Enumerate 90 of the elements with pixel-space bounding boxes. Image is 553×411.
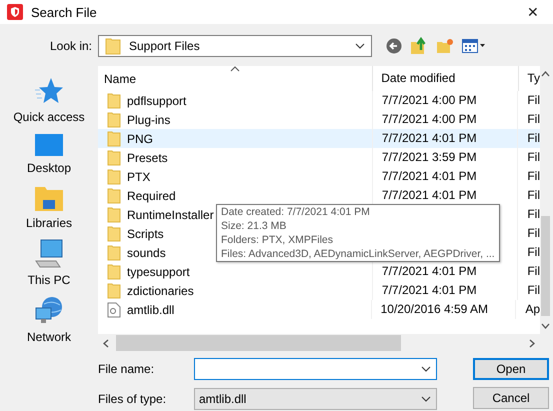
places-item[interactable]: Desktop	[26, 133, 72, 175]
file-name: zdictionaries	[127, 284, 194, 298]
star-icon	[34, 76, 64, 106]
tooltip-line: Files: Advanced3D, AEDynamicLinkServer, AEGPDriver, ...	[221, 247, 495, 261]
up-folder-icon[interactable]	[410, 37, 428, 55]
computer-icon	[34, 239, 64, 269]
file-name-label: File name:	[98, 362, 156, 376]
column-header[interactable]: Date modified	[372, 66, 518, 91]
file-name-field[interactable]	[194, 358, 437, 380]
file-name: PNG	[127, 132, 154, 146]
folder-icon	[105, 37, 121, 55]
places-item[interactable]: Network	[26, 296, 71, 344]
tooltip-line: Size: 21.3 MB	[221, 219, 288, 233]
file-name: pdflsupport	[127, 94, 186, 108]
file-type-dropdown[interactable]: amtlib.dll	[194, 388, 437, 410]
file-name: PTX	[127, 170, 150, 184]
view-menu-icon[interactable]	[462, 39, 486, 53]
date-cell: 10/20/2016 4:59 AM	[380, 302, 488, 316]
dropdown-chevron-icon[interactable]	[421, 366, 431, 372]
file-type-label: Files of type:	[98, 392, 168, 406]
date-cell: 7/7/2021 3:59 PM	[382, 150, 477, 164]
file-row[interactable]: PTX 7/7/2021 4:01 PM Fil	[98, 167, 540, 186]
file-name: Required	[127, 188, 176, 202]
file-name: sounds	[127, 246, 166, 260]
close-button[interactable]: ✕	[513, 0, 553, 24]
file-row[interactable]: amtlib.dll 10/20/2016 4:59 AM Ap	[98, 300, 540, 319]
date-cell: 7/7/2021 4:01 PM	[382, 188, 477, 202]
scroll-right-icon[interactable]	[528, 338, 536, 348]
type-cell: Fil	[527, 283, 540, 297]
scroll-up-icon[interactable]	[540, 70, 551, 78]
tooltip-line: Date created: 7/7/2021 4:01 PM	[221, 205, 371, 219]
date-cell: 7/7/2021 4:01 PM	[382, 283, 477, 297]
date-cell: 7/7/2021 4:01 PM	[382, 169, 477, 183]
date-cell: 7/7/2021 4:01 PM	[382, 264, 477, 278]
type-cell: Fil	[527, 188, 540, 202]
file-icon	[107, 302, 121, 318]
column-header[interactable]: Name	[98, 72, 372, 86]
folder-icon	[107, 130, 121, 146]
type-cell: Fil	[527, 150, 540, 164]
sort-caret-icon	[230, 66, 240, 72]
type-cell: Ap	[525, 302, 540, 316]
type-cell: Fil	[527, 169, 540, 183]
folder-icon	[107, 244, 121, 260]
file-row[interactable]: zdictionaries 7/7/2021 4:01 PM Fil	[98, 281, 540, 300]
cancel-button[interactable]: Cancel	[473, 387, 549, 409]
type-cell: Fil	[527, 226, 540, 240]
date-cell: 7/7/2021 4:00 PM	[382, 112, 477, 126]
folder-icon	[107, 282, 121, 298]
file-name: typesupport	[127, 264, 190, 278]
back-icon[interactable]	[386, 38, 402, 54]
tooltip-line: Folders: PTX, XMPFiles	[221, 233, 334, 247]
places-item[interactable]: Libraries	[26, 184, 72, 230]
look-in-dropdown[interactable]: Support Files	[98, 35, 372, 57]
file-row[interactable]: pdflsupport 7/7/2021 4:00 PM Fil	[98, 91, 540, 110]
date-cell: 7/7/2021 4:01 PM	[382, 131, 477, 145]
type-cell: Fil	[527, 264, 540, 278]
dropdown-chevron-icon[interactable]	[355, 43, 365, 49]
folder-icon	[107, 112, 121, 128]
date-cell: 7/7/2021 4:00 PM	[382, 93, 477, 107]
folder-icon	[107, 92, 121, 108]
network-icon	[34, 296, 64, 326]
places-item[interactable]: Quick access	[13, 76, 85, 124]
folder-icon	[107, 206, 121, 222]
dropdown-chevron-icon[interactable]	[421, 396, 431, 402]
file-name: Presets	[127, 150, 168, 164]
folder-icon	[107, 264, 121, 280]
type-cell: Fil	[527, 131, 540, 145]
folder-icon	[107, 150, 121, 166]
app-icon	[7, 4, 23, 20]
places-item[interactable]: This PC	[28, 239, 70, 287]
file-row[interactable]: PNG 7/7/2021 4:01 PM Fil	[98, 129, 540, 148]
desktop-icon	[34, 133, 64, 157]
type-cell: Fil	[527, 245, 540, 259]
type-cell: Fil	[527, 112, 540, 126]
folder-icon	[107, 188, 121, 204]
file-name: RuntimeInstaller	[127, 208, 214, 222]
open-button[interactable]: Open	[473, 358, 549, 380]
file-name: amtlib.dll	[127, 302, 174, 316]
type-cell: Fil	[527, 93, 540, 107]
window-title: Search File	[31, 4, 97, 20]
look-in-label: Look in:	[48, 39, 93, 53]
file-name: Plug-ins	[127, 112, 170, 126]
type-cell: Fil	[527, 207, 540, 221]
scroll-left-icon[interactable]	[102, 338, 110, 348]
folder-icon	[34, 184, 64, 212]
file-name: Scripts	[127, 226, 164, 240]
folder-icon	[107, 226, 121, 242]
scroll-down-icon[interactable]	[540, 322, 551, 330]
file-row[interactable]: Presets 7/7/2021 3:59 PM Fil	[98, 148, 540, 167]
folder-icon	[107, 168, 121, 184]
